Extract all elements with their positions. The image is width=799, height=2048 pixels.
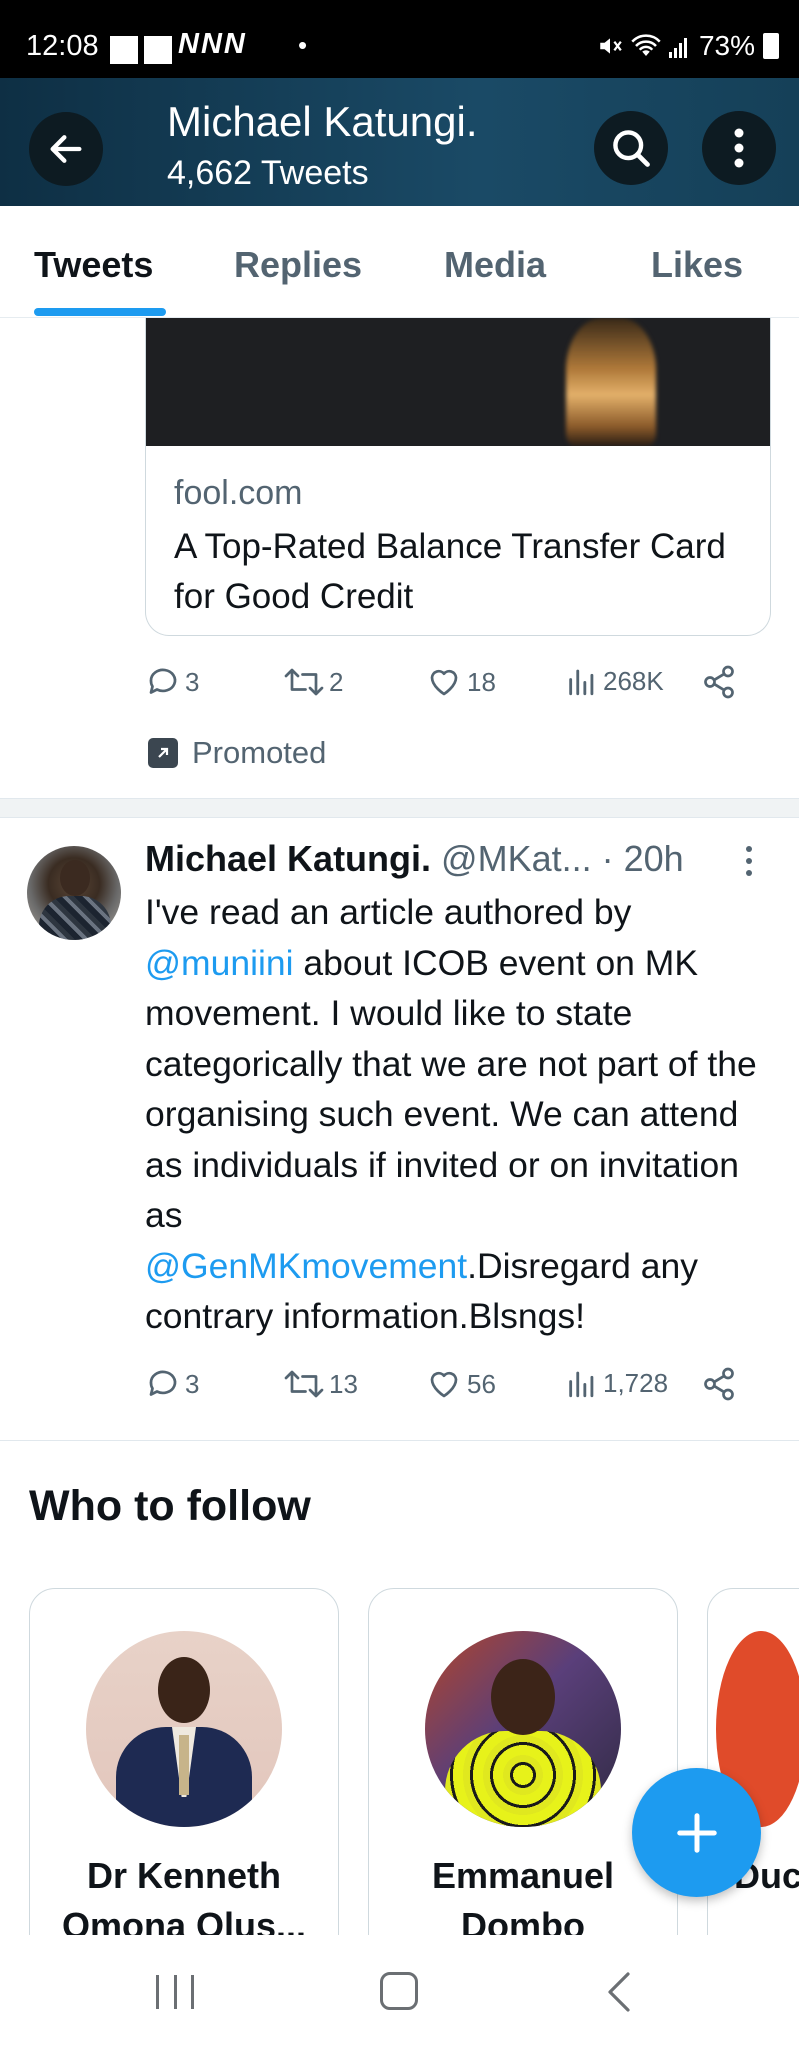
avatar[interactable] [425, 1631, 621, 1827]
link-card-title: A Top-Rated Balance Transfer Card for Go… [174, 527, 726, 616]
share-icon [704, 665, 734, 699]
like-count: 56 [467, 1368, 496, 1399]
follow-card[interactable]: Emmanuel Dombo [368, 1588, 678, 1935]
status-right: 73% [597, 30, 779, 62]
tweet-author-handle: @MKat... [441, 838, 592, 879]
retweet-button[interactable]: 2 [283, 664, 343, 700]
mention-link[interactable]: @GenMKmovement [145, 1246, 467, 1286]
battery-icon [763, 33, 779, 59]
promoted-text: Promoted [192, 735, 327, 770]
nav-recent-icon[interactable] [156, 1975, 194, 2009]
divider [0, 1440, 799, 1441]
page-title: Michael Katungi. [167, 98, 478, 145]
tab-replies[interactable]: Replies [234, 244, 362, 286]
views-icon [569, 1371, 594, 1398]
notification-icon [110, 36, 138, 64]
battery-percent: 73% [698, 30, 755, 61]
system-nav-bar [0, 1935, 799, 2048]
tweet-author-name: Michael Katungi. [145, 838, 432, 879]
mute-icon [600, 38, 622, 54]
compose-tweet-button[interactable] [632, 1768, 761, 1897]
who-to-follow-title: Who to follow [29, 1482, 311, 1530]
like-button[interactable]: 18 [425, 664, 496, 700]
retweet-icon [284, 668, 324, 696]
back-button[interactable] [29, 112, 103, 186]
follow-card[interactable]: Dr Kenneth Omona Olus... [29, 1588, 339, 1935]
like-icon [430, 1371, 458, 1398]
mention-link[interactable]: @muniini [145, 943, 294, 983]
search-icon [613, 130, 650, 167]
retweet-count: 2 [329, 666, 344, 697]
share-button[interactable] [701, 664, 737, 700]
tweet-count: 4,662 Tweets [167, 154, 369, 192]
follow-card-name: Emmanuel Dombo [431, 1855, 615, 1935]
promoted-icon [148, 738, 178, 768]
tab-likes[interactable]: Likes [651, 244, 743, 286]
share-icon [704, 1367, 734, 1401]
tweet-more-button[interactable] [744, 846, 754, 880]
promoted-label: Promoted [148, 735, 326, 771]
retweet-button[interactable]: 13 [283, 1366, 358, 1402]
tab-media[interactable]: Media [444, 244, 546, 286]
views-button[interactable]: 1,728 [565, 1366, 668, 1400]
reply-button[interactable]: 3 [145, 1366, 199, 1402]
status-dot: • [298, 30, 308, 60]
section-divider [0, 798, 799, 818]
views-count: 1,728 [603, 1367, 669, 1398]
like-icon [430, 669, 458, 696]
status-bar: 12:08 NNN • 73% [0, 0, 799, 78]
like-button[interactable]: 56 [425, 1366, 496, 1402]
reply-icon [149, 668, 177, 694]
compose-plus-icon [676, 1812, 717, 1853]
back-arrow-icon [50, 135, 82, 163]
tweet-text: I've read an article authored by @muniini… [145, 887, 785, 1342]
tab-tweets[interactable]: Tweets [34, 244, 153, 286]
signal-icon [668, 38, 687, 58]
status-time: 12:08 [26, 30, 99, 62]
active-tab-indicator [34, 308, 166, 316]
reply-icon [149, 1370, 177, 1396]
like-count: 18 [467, 666, 496, 697]
profile-tabs: Tweets Replies Media Likes [0, 206, 799, 318]
tweet-time: · 20h [601, 838, 684, 879]
link-card-image[interactable] [145, 318, 771, 446]
reply-count: 3 [185, 1368, 200, 1399]
wifi-icon [631, 34, 661, 56]
tweet-author[interactable]: Michael Katungi. @MKat... · 20h [145, 838, 684, 880]
views-count: 268K [603, 665, 664, 696]
share-button[interactable] [701, 1366, 737, 1402]
notification-icon [144, 36, 172, 64]
more-vertical-icon [734, 128, 744, 168]
link-card-domain: fool.com [174, 474, 303, 512]
tweet-text-part: I've read an article authored by [145, 892, 632, 932]
retweet-icon [284, 1370, 324, 1398]
profile-header: Michael Katungi. 4,662 Tweets [0, 78, 799, 206]
nav-home-icon[interactable] [380, 1972, 418, 2010]
promoted-tweet-actions: 3 2 18 268K [145, 664, 765, 704]
avatar[interactable] [86, 1631, 282, 1827]
more-options-button[interactable] [702, 111, 776, 185]
tweet-actions: 3 13 56 1,728 [145, 1366, 765, 1406]
reply-button[interactable]: 3 [145, 664, 199, 700]
reply-count: 3 [185, 666, 200, 697]
link-card[interactable]: fool.com A Top-Rated Balance Transfer Ca… [145, 446, 771, 636]
card-image-flame [566, 318, 656, 446]
tweet-text-part: about ICOB event on MK movement. I would… [145, 942, 757, 1236]
avatar[interactable] [27, 846, 121, 940]
nav-back-icon[interactable] [606, 1971, 632, 2013]
retweet-count: 13 [329, 1368, 358, 1399]
views-icon [569, 669, 594, 696]
carrier-icons: NNN [178, 28, 247, 60]
views-button[interactable]: 268K [565, 664, 664, 698]
follow-card-name: Dr Kenneth Omona Olus... [61, 1855, 307, 1935]
search-button[interactable] [594, 111, 668, 185]
